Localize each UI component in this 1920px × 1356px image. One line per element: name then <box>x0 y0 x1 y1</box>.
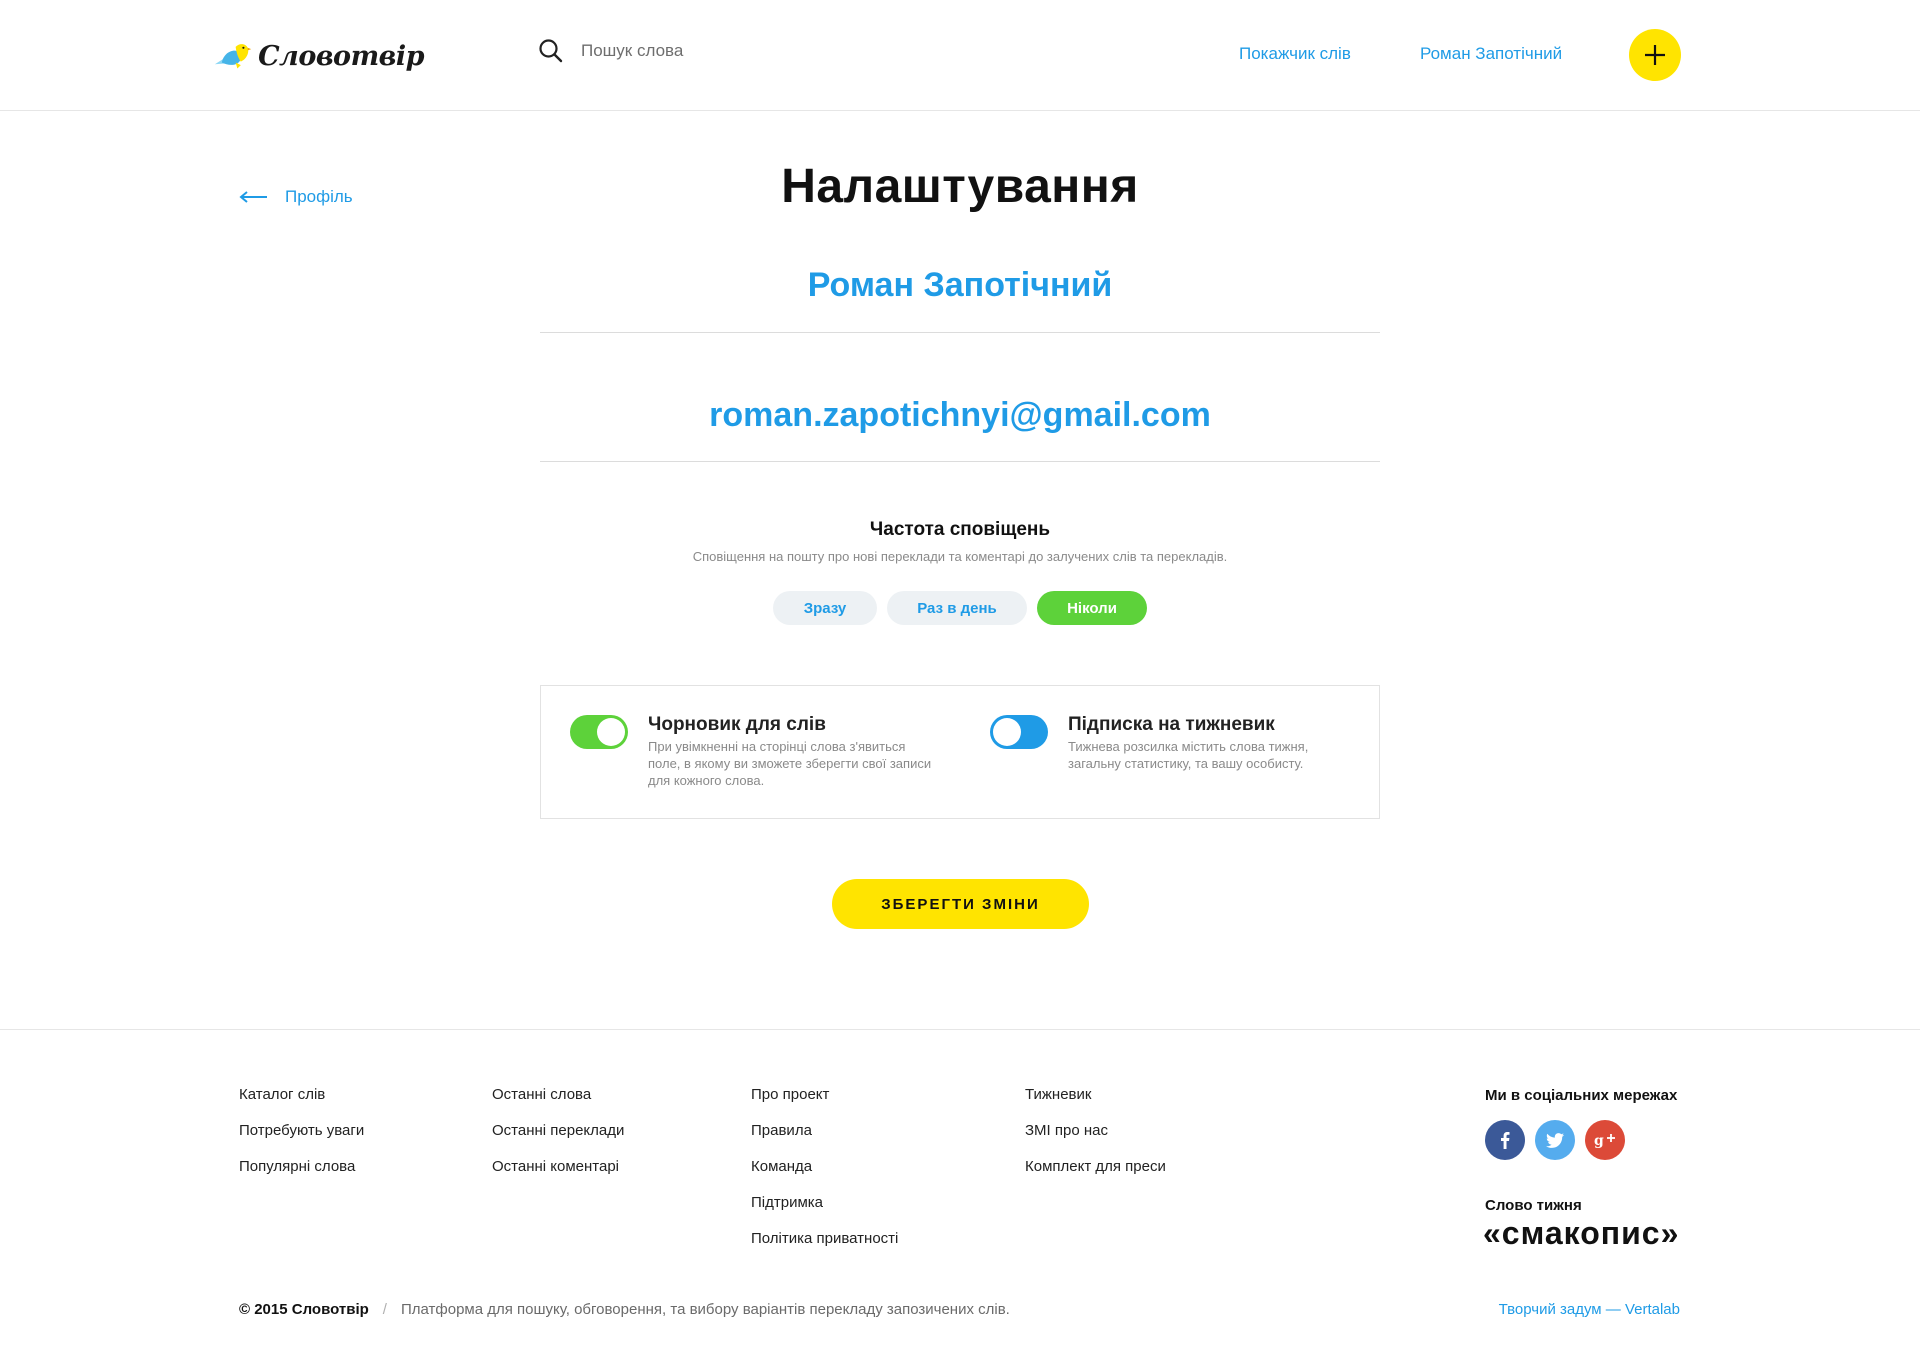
footer-link-team[interactable]: Команда <box>751 1157 898 1193</box>
twitter-button[interactable] <box>1535 1120 1575 1160</box>
footer-column-recent: Останні слова Останні переклади Останні … <box>492 1085 624 1193</box>
google-plus-icon: g <box>1594 1133 1615 1148</box>
weekly-subscription-toggle[interactable] <box>990 715 1048 749</box>
footer-link-press-kit[interactable]: Комплект для преси <box>1025 1157 1166 1193</box>
logo[interactable]: Словотвір <box>214 24 424 88</box>
draft-setting: Чорновик для слів При увімкненні на стор… <box>570 714 938 789</box>
copyright-tagline: Платформа для пошуку, обговорення, та ви… <box>400 1301 1010 1318</box>
word-of-week-title: Слово тижня <box>1485 1197 1582 1214</box>
toggle-knob <box>597 718 625 746</box>
add-word-button[interactable] <box>1629 29 1681 81</box>
copyright-brand: © 2015 Словотвір <box>239 1301 369 1318</box>
footer-link-support[interactable]: Підтримка <box>751 1193 898 1229</box>
site-header: Словотвір Покажчик слів Роман Запотічний <box>0 0 1920 111</box>
footer-column-about: Про проект Правила Команда Підтримка Пол… <box>751 1085 898 1265</box>
frequency-option-daily[interactable]: Раз в день <box>887 591 1027 625</box>
copyright-separator: / <box>382 1301 387 1318</box>
google-plus-button[interactable]: g <box>1585 1120 1625 1160</box>
nav-word-index-link[interactable]: Покажчик слів <box>1239 44 1351 64</box>
footer-link-rules[interactable]: Правила <box>751 1121 898 1157</box>
frequency-options: Зразу Раз в день Ніколи <box>0 591 1920 625</box>
plus-icon <box>1645 45 1665 65</box>
search-bar <box>538 38 881 64</box>
save-changes-button[interactable]: ЗБЕРЕГТИ ЗМІНИ <box>832 879 1089 929</box>
settings-toggles-panel: Чорновик для слів При увімкненні на стор… <box>540 685 1380 819</box>
footer-link-weekly[interactable]: Тижневик <box>1025 1085 1166 1121</box>
social-networks-title: Ми в соціальних мережах <box>1485 1087 1678 1104</box>
search-input[interactable] <box>581 41 881 61</box>
footer-link-popular-words[interactable]: Популярні слова <box>239 1157 364 1193</box>
twitter-icon <box>1546 1132 1564 1148</box>
footer-link-recent-comments[interactable]: Останні коментарі <box>492 1157 624 1193</box>
email-field[interactable]: roman.zapotichnyi@gmail.com <box>540 396 1380 462</box>
word-of-week-link[interactable]: «смакопис» <box>1483 1215 1679 1252</box>
draft-setting-description: При увімкненні на сторінці слова з'явить… <box>648 739 932 788</box>
vertalab-credit-link[interactable]: Творчий задум — Vertalab <box>1499 1301 1680 1318</box>
footer-link-recent-translations[interactable]: Останні переклади <box>492 1121 624 1157</box>
footer-link-recent-words[interactable]: Останні слова <box>492 1085 624 1121</box>
footer-link-privacy-policy[interactable]: Політика приватності <box>751 1229 898 1265</box>
facebook-button[interactable] <box>1485 1120 1525 1160</box>
bird-logo-icon <box>214 44 252 69</box>
notification-frequency-title: Частота сповіщень <box>869 519 1051 540</box>
weekly-subscription-setting: Підписка на тижневик Тижнева розсилка мі… <box>990 714 1358 772</box>
search-icon[interactable] <box>538 38 564 64</box>
draft-toggle[interactable] <box>570 715 628 749</box>
page-title: Налаштування <box>781 160 1139 213</box>
weekly-subscription-description: Тижнева розсилка містить слова тижня, за… <box>1068 739 1309 771</box>
svg-text:g: g <box>1594 1133 1604 1148</box>
toggle-knob <box>993 718 1021 746</box>
footer-link-word-catalog[interactable]: Каталог слів <box>239 1085 364 1121</box>
nav-user-profile-link[interactable]: Роман Запотічний <box>1420 44 1562 64</box>
logo-text: Словотвір <box>258 40 424 72</box>
draft-setting-title: Чорновик для слів <box>648 714 826 735</box>
footer-link-needs-attention[interactable]: Потребують уваги <box>239 1121 364 1157</box>
footer-link-about[interactable]: Про проект <box>751 1085 898 1121</box>
name-field[interactable]: Роман Запотічний <box>540 266 1380 333</box>
notification-frequency-description: Сповіщення на пошту про нові переклади т… <box>692 549 1228 564</box>
footer-link-media-about-us[interactable]: ЗМІ про нас <box>1025 1121 1166 1157</box>
weekly-subscription-title: Підписка на тижневик <box>1068 714 1275 735</box>
frequency-option-immediately[interactable]: Зразу <box>773 591 877 625</box>
weekly-subscription-text: Підписка на тижневик Тижнева розсилка мі… <box>1068 714 1358 772</box>
copyright: © 2015 Словотвір / Платформа для пошуку,… <box>239 1301 1010 1318</box>
draft-setting-text: Чорновик для слів При увімкненні на стор… <box>648 714 938 789</box>
facebook-icon <box>1501 1132 1510 1149</box>
footer-column-catalog: Каталог слів Потребують уваги Популярні … <box>239 1085 364 1193</box>
footer-column-press: Тижневик ЗМІ про нас Комплект для преси <box>1025 1085 1166 1193</box>
footer-divider <box>0 1029 1920 1030</box>
frequency-option-never[interactable]: Ніколи <box>1037 591 1147 625</box>
